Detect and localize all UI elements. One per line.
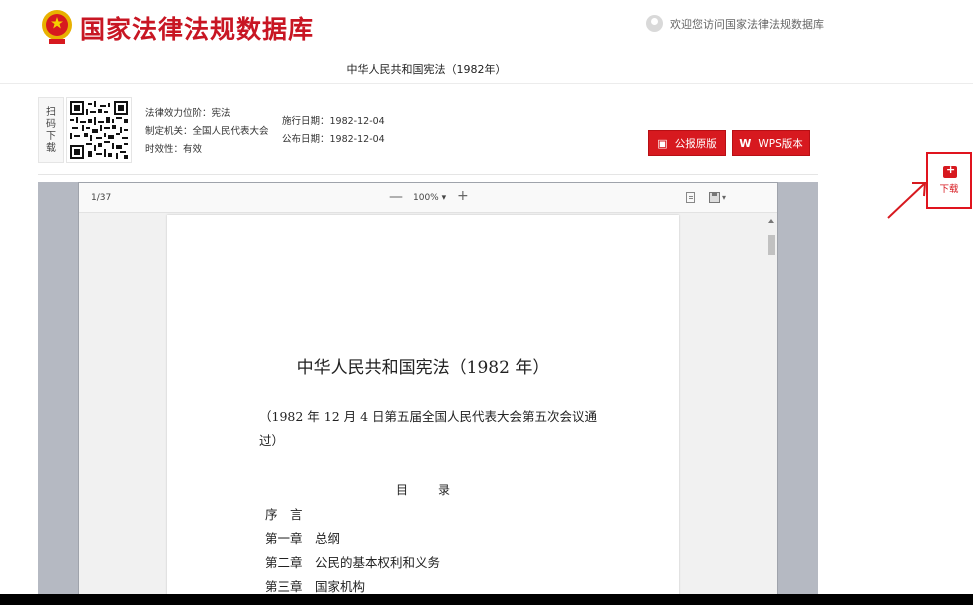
- page-counter: 1/37: [91, 193, 112, 203]
- pdf-viewer-frame: 1/37 — 100% ▾ + ▾ 中华人民共和国宪法（1982 年） （198…: [78, 182, 778, 605]
- pdf-viewer: 1/37 — 100% ▾ + ▾ 中华人民共和国宪法（1982 年） （198…: [38, 182, 818, 605]
- document-info: 法律效力位阶：宪法 制定机关：全国人民代表大会 时效性：有效: [145, 105, 269, 159]
- site-title: 国家法律法规数据库: [80, 15, 315, 44]
- wps-version-label: WPS版本: [758, 137, 803, 150]
- zoom-select[interactable]: 100% ▾: [413, 193, 446, 203]
- toc-item: 第一章 总纲: [265, 531, 341, 546]
- user-icon: [646, 15, 663, 32]
- zoom-in-button[interactable]: +: [457, 188, 469, 204]
- effective-date: 施行日期：1982-12-04: [282, 116, 385, 127]
- welcome-message: 欢迎您访问国家法律法规数据库: [646, 15, 824, 32]
- validity-status: 时效性：有效: [145, 144, 203, 155]
- wps-version-button[interactable]: W WPS版本: [732, 130, 810, 156]
- floating-download-button[interactable]: 下载: [926, 152, 972, 209]
- header: 国家法律法规数据库 欢迎您访问国家法律法规数据库 中华人民共和国宪法（1982年…: [0, 0, 973, 84]
- scan-label-text: 扫码下载: [46, 107, 56, 154]
- document-meta: 扫码下载 法律效力位阶：宪法 制定机关：全国人民代表大会 时效性：有效 施行日期…: [38, 97, 818, 163]
- welcome-text: 欢迎您访问国家法律法规数据库: [670, 17, 824, 31]
- toc-item: 序 言: [265, 507, 303, 522]
- zoom-out-button[interactable]: —: [389, 189, 403, 205]
- qr-code[interactable]: [66, 97, 132, 163]
- pointer-arrow-icon: [887, 182, 927, 219]
- official-gazette-label: 公报原版: [674, 137, 717, 150]
- issuing-authority: 制定机关：全国人民代表大会: [145, 126, 269, 137]
- scrollbar-thumb[interactable]: [768, 235, 775, 255]
- download-icon: [943, 163, 957, 178]
- chevron-down-icon[interactable]: ▾: [722, 193, 726, 202]
- scan-download-label: 扫码下载: [38, 97, 64, 163]
- document-title: 中华人民共和国宪法（1982年）: [346, 63, 507, 76]
- vertical-scrollbar[interactable]: [766, 213, 777, 605]
- publish-date: 公布日期：1982-12-04: [282, 134, 385, 145]
- national-emblem-icon: [42, 10, 72, 44]
- qr-code-icon: [70, 101, 128, 159]
- toc-item: 第二章 公民的基本权利和义务: [265, 555, 441, 570]
- pdf-icon: ▣: [657, 136, 668, 150]
- bottom-bar: [0, 594, 973, 605]
- document-dates: 施行日期：1982-12-04 公布日期：1982-12-04: [282, 113, 385, 149]
- page-subtitle: （1982 年 12 月 4 日第五届全国人民代表大会第五次会议通过）: [259, 409, 598, 448]
- scroll-up-icon[interactable]: [768, 219, 774, 223]
- save-icon[interactable]: [709, 192, 720, 203]
- toc-heading: 目录: [395, 483, 480, 497]
- download-label: 下载: [939, 184, 959, 195]
- document-properties-icon[interactable]: [686, 192, 695, 203]
- table-of-contents: 序 言 第一章 总纲 第二章 公民的基本权利和义务 第三章 国家机构: [265, 503, 440, 599]
- page-heading: 中华人民共和国宪法（1982 年）: [296, 358, 550, 378]
- legal-level: 法律效力位阶：宪法: [145, 108, 231, 119]
- official-gazette-button[interactable]: ▣ 公报原版: [648, 130, 726, 156]
- wps-icon: W: [739, 136, 752, 150]
- pdf-toolbar: 1/37 — 100% ▾ + ▾: [79, 183, 777, 213]
- divider: [38, 174, 818, 175]
- pdf-page: 中华人民共和国宪法（1982 年） （1982 年 12 月 4 日第五届全国人…: [167, 215, 679, 605]
